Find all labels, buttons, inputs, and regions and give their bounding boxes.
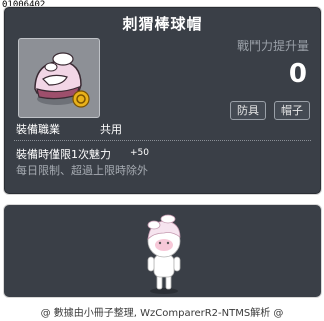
hedgehog-cap-icon	[34, 52, 90, 108]
daily-limit-text: 每日限制、超過上限時除外	[16, 164, 148, 177]
divider	[14, 140, 311, 141]
footer-credit: @ 數據由小冊子整理, WzComparerR2-NTMS解析 @	[40, 308, 284, 319]
category-tag-hat: 帽子	[274, 101, 310, 120]
damage-increase-value: 0	[288, 59, 307, 89]
item-icon-frame	[18, 38, 100, 118]
job-value: 共用	[100, 123, 122, 136]
character-preview-panel	[3, 204, 322, 298]
charm-bonus-label: 裝備時僅限1次魅力	[16, 148, 111, 161]
job-label: 裝備職業	[16, 123, 60, 136]
item-title: 刺猬棒球帽	[122, 15, 203, 33]
damage-increase-label: 戰鬥力提升量	[236, 39, 309, 53]
charm-bonus-value: +50	[130, 148, 149, 158]
item-tooltip: 刺猬棒球帽 戰鬥力提升量 0 防具 帽子 裝備職業 共用 裝備時僅限1次魅力 +…	[3, 6, 322, 195]
category-tag-armor: 防具	[230, 101, 266, 120]
character-preview-icon	[147, 214, 181, 294]
